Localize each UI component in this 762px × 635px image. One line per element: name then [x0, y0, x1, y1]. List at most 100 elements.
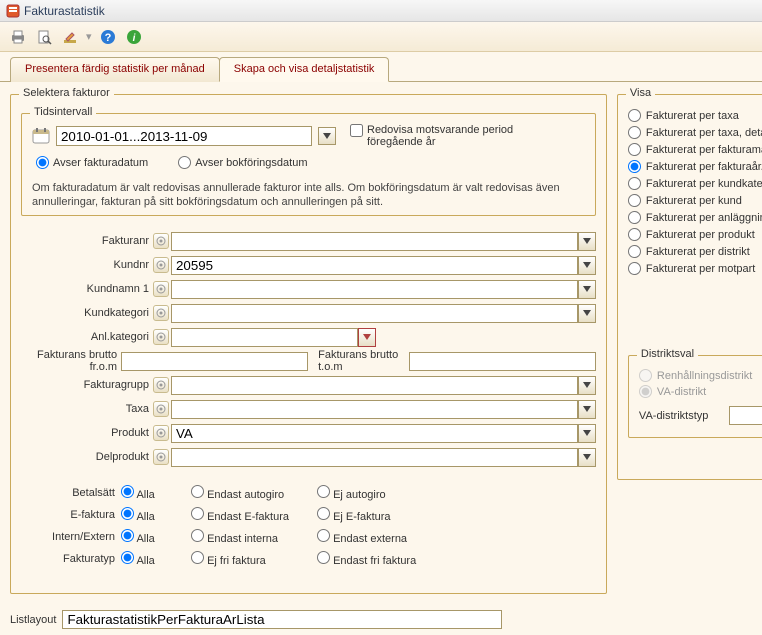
internextern-label: Intern/Extern: [21, 531, 121, 543]
fakturagrupp-input[interactable]: [171, 376, 578, 395]
listlayout-input[interactable]: [62, 610, 502, 629]
fakturatyp-alla-radio[interactable]: Alla: [121, 551, 155, 567]
efaktura-o2-radio[interactable]: Ej E-faktura: [317, 507, 391, 523]
visa-o9-radio[interactable]: Fakturerat per motpart: [628, 262, 762, 275]
redovisa-label: Redovisa motsvarande period föregående å…: [367, 124, 517, 148]
efaktura-alla-radio[interactable]: Alla: [121, 507, 155, 523]
betalsatt-alla-radio[interactable]: Alla: [121, 485, 155, 501]
produkt-label: Produkt: [21, 427, 153, 439]
calendar-icon[interactable]: [32, 127, 50, 145]
va-distrikt-radio[interactable]: VA-distrikt: [639, 385, 762, 398]
kundkategori-gear-icon[interactable]: [153, 305, 169, 321]
delprodukt-gear-icon[interactable]: [153, 449, 169, 465]
visa-o3-radio[interactable]: Fakturerat per fakturaår/bokföringså: [628, 160, 762, 173]
kundkategori-dropdown[interactable]: [578, 304, 596, 323]
edit-button[interactable]: [60, 27, 80, 47]
fakturagrupp-label: Fakturagrupp: [21, 379, 153, 391]
brutto-tom-label: Fakturans brutto t.o.m: [308, 349, 409, 373]
produkt-gear-icon[interactable]: [153, 425, 169, 441]
distriktsval-group: Distriktsval Renhållningsdistrikt VA-dis…: [628, 355, 762, 438]
kundnr-input[interactable]: [171, 256, 578, 275]
fakturanr-label: Fakturanr: [21, 235, 153, 247]
selektera-fakturor-group: Selektera fakturor Tidsintervall Redovis…: [10, 94, 607, 594]
svg-text:i: i: [132, 33, 135, 44]
tidsintervall-group: Tidsintervall Redovisa motsvarande perio…: [21, 113, 596, 216]
fakturagrupp-gear-icon[interactable]: [153, 377, 169, 393]
anlkategori-dropdown[interactable]: [358, 328, 376, 347]
daterange-dropdown[interactable]: [318, 127, 336, 145]
fakturanr-gear-icon[interactable]: [153, 233, 169, 249]
produkt-input[interactable]: [171, 424, 578, 443]
efaktura-o1-radio[interactable]: Endast E-faktura: [191, 507, 289, 523]
anlkategori-label: Anl.kategori: [21, 331, 153, 343]
delprodukt-label: Delprodukt: [21, 451, 153, 463]
tab-presentera[interactable]: Presentera färdig statistik per månad: [10, 57, 220, 82]
kundnamn1-label: Kundnamn 1: [21, 283, 153, 295]
taxa-dropdown[interactable]: [578, 400, 596, 419]
help-button[interactable]: ?: [98, 27, 118, 47]
taxa-gear-icon[interactable]: [153, 401, 169, 417]
brutto-from-input[interactable]: [121, 352, 308, 371]
avser-fakturadatum-radio[interactable]: Avser fakturadatum: [36, 156, 148, 169]
fakturatyp-o2-radio[interactable]: Endast fri faktura: [317, 551, 416, 567]
kundnr-label: Kundnr: [21, 259, 153, 271]
internextern-o1-radio[interactable]: Endast interna: [191, 529, 278, 545]
tidsintervall-note: Om fakturadatum är valt redovisas annull…: [32, 181, 585, 209]
redovisa-checkbox[interactable]: [350, 124, 363, 137]
info-button[interactable]: i: [124, 27, 144, 47]
betalsatt-o1-radio[interactable]: Endast autogiro: [191, 485, 284, 501]
delprodukt-input[interactable]: [171, 448, 578, 467]
delprodukt-dropdown[interactable]: [578, 448, 596, 467]
brutto-from-label: Fakturans brutto fr.o.m: [21, 349, 121, 373]
taxa-label: Taxa: [21, 403, 153, 415]
kundnr-gear-icon[interactable]: [153, 257, 169, 273]
toolbar: ▾ ? i: [0, 22, 762, 52]
renhallning-radio[interactable]: Renhållningsdistrikt: [639, 369, 762, 382]
kundnamn1-input[interactable]: [171, 280, 578, 299]
fakturatyp-o1-radio[interactable]: Ej fri faktura: [191, 551, 266, 567]
vadistriktstyp-input[interactable]: [729, 406, 762, 425]
visa-o6-radio[interactable]: Fakturerat per anläggningskategori: [628, 211, 762, 224]
daterange-input[interactable]: [56, 126, 312, 146]
betalsatt-o2-radio[interactable]: Ej autogiro: [317, 485, 386, 501]
taxa-input[interactable]: [171, 400, 578, 419]
visa-group: Visa Fakturerat per taxa Fakturerat per …: [617, 94, 762, 480]
visa-o8-radio[interactable]: Fakturerat per distrikt: [628, 245, 762, 258]
print-button[interactable]: [8, 27, 28, 47]
internextern-o2-radio[interactable]: Endast externa: [317, 529, 407, 545]
window-titlebar: Fakturastatistik: [0, 0, 762, 22]
kundkategori-input[interactable]: [171, 304, 578, 323]
brutto-tom-input[interactable]: [409, 352, 596, 371]
vadistriktstyp-label: VA-distriktstyp: [639, 410, 729, 422]
fakturanr-dropdown[interactable]: [578, 232, 596, 251]
fakturatyp-label: Fakturatyp: [21, 553, 121, 565]
produkt-dropdown[interactable]: [578, 424, 596, 443]
avser-bokforingsdatum-radio[interactable]: Avser bokföringsdatum: [178, 156, 307, 169]
tabstrip: Presentera färdig statistik per månad Sk…: [0, 52, 762, 81]
kundnamn1-gear-icon[interactable]: [153, 281, 169, 297]
visa-o5-radio[interactable]: Fakturerat per kund: [628, 194, 762, 207]
internextern-alla-radio[interactable]: Alla: [121, 529, 155, 545]
kundnr-dropdown[interactable]: [578, 256, 596, 275]
visa-o7-radio[interactable]: Fakturerat per produkt: [628, 228, 762, 241]
preview-button[interactable]: [34, 27, 54, 47]
visa-o1-radio[interactable]: Fakturerat per taxa, detaljer per taxed: [628, 126, 762, 139]
visa-legend: Visa: [626, 87, 655, 99]
fakturanr-input[interactable]: [171, 232, 578, 251]
app-icon: [6, 4, 20, 18]
window-title: Fakturastatistik: [24, 4, 105, 18]
selektera-legend: Selektera fakturor: [19, 87, 114, 99]
visa-o0-radio[interactable]: Fakturerat per taxa: [628, 109, 762, 122]
kundkategori-label: Kundkategori: [21, 307, 153, 319]
listlayout-label: Listlayout: [10, 614, 62, 626]
tab-skapa[interactable]: Skapa och visa detaljstatistik: [219, 57, 390, 82]
anlkategori-gear-icon[interactable]: [153, 329, 169, 345]
anlkategori-input[interactable]: [171, 328, 358, 347]
tidsintervall-legend: Tidsintervall: [30, 106, 96, 118]
kundnamn1-dropdown[interactable]: [578, 280, 596, 299]
fakturagrupp-dropdown[interactable]: [578, 376, 596, 395]
visa-o4-radio[interactable]: Fakturerat per kundkategori: [628, 177, 762, 190]
betalsatt-label: Betalsätt: [21, 487, 121, 499]
svg-text:?: ?: [104, 32, 111, 44]
visa-o2-radio[interactable]: Fakturerat per fakturamånad/bokföri: [628, 143, 762, 156]
